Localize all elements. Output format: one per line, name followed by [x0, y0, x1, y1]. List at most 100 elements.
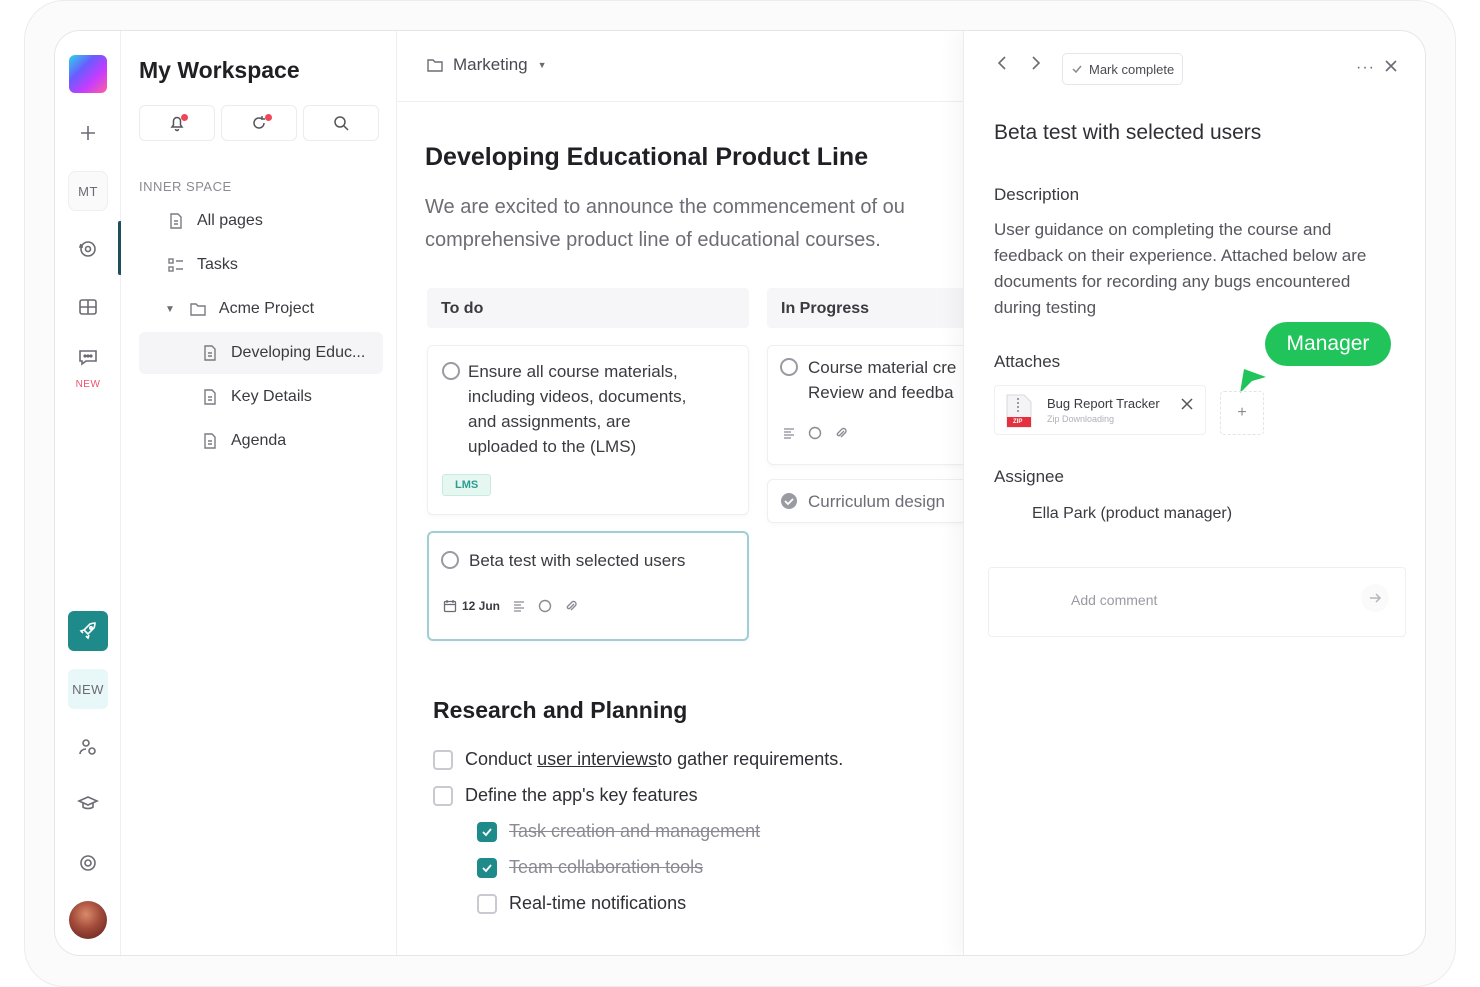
add-icon[interactable]	[68, 113, 108, 153]
section-label: INNER SPACE	[139, 179, 232, 194]
task-status-radio[interactable]	[442, 362, 460, 380]
task-status-radio[interactable]	[780, 358, 798, 376]
caret-down-icon: ▼	[537, 60, 547, 70]
task-card[interactable]: Course material cre Review and feedba	[767, 345, 963, 465]
status-circle-icon	[538, 599, 552, 613]
column-header-todo: To do	[427, 288, 749, 328]
checkbox[interactable]	[477, 893, 497, 914]
checklist-item[interactable]: Real-time notifications	[477, 893, 686, 914]
page-icon	[201, 388, 219, 406]
search-button[interactable]	[303, 105, 379, 141]
task-card-title: Curriculum design	[808, 492, 945, 511]
link-user-interviews[interactable]: user interviews	[537, 749, 657, 770]
mark-complete-button[interactable]: Mark complete	[1062, 53, 1184, 85]
sidebar-item-label: All pages	[197, 212, 263, 229]
checklist-item[interactable]: Task creation and management	[477, 821, 760, 842]
icon-rail: MT NEW NEW	[55, 31, 122, 955]
sidebar: My Workspace INNER SPACE All pages Tasks…	[121, 31, 397, 955]
task-card-meta	[782, 426, 848, 440]
sidebar-item-key-details[interactable]: Key Details	[139, 376, 383, 418]
back-arrow-icon[interactable]	[996, 55, 1010, 71]
graduation-cap-icon[interactable]	[68, 783, 108, 823]
main-content: Marketing ▼ Developing Educational Produ…	[397, 31, 963, 955]
description-icon	[784, 428, 794, 439]
sidebar-item-acme-project[interactable]: ▼ Acme Project	[139, 288, 383, 330]
sidebar-item-tasks[interactable]: Tasks	[139, 244, 383, 286]
settings-icon[interactable]	[68, 843, 108, 883]
checkbox[interactable]	[433, 749, 453, 770]
caret-down-icon[interactable]: ▼	[165, 304, 175, 315]
page-icon	[201, 344, 219, 362]
checklist-item-label: Task creation and management	[509, 821, 761, 841]
user-avatar[interactable]	[69, 901, 107, 939]
status-circle-icon	[808, 426, 822, 440]
task-tag: LMS	[442, 474, 492, 496]
task-card-selected[interactable]: Beta test with selected users 12 Jun	[427, 531, 749, 641]
notification-dot	[181, 114, 188, 121]
assignee-value[interactable]: Ella Park (product manager)	[1032, 505, 1232, 523]
user-initials-button[interactable]: MT	[68, 171, 108, 211]
sidebar-item-agenda[interactable]: Agenda	[139, 420, 383, 462]
checklist-item[interactable]: Conduct user interviews to gather requir…	[433, 749, 843, 770]
comment-input[interactable]: Add comment	[1071, 592, 1157, 608]
assignee-label: Assignee	[994, 467, 1064, 486]
task-card[interactable]: Ensure all course materials, including v…	[427, 345, 749, 515]
rocket-icon[interactable]	[68, 611, 108, 651]
page-icon	[201, 432, 219, 450]
task-title[interactable]: Beta test with selected users	[994, 121, 1261, 145]
updates-button[interactable]	[221, 105, 297, 141]
task-status-radio[interactable]	[441, 551, 459, 569]
sidebar-item-all-pages[interactable]: All pages	[139, 200, 383, 242]
checkbox-checked[interactable]	[477, 857, 497, 878]
users-icon[interactable]	[68, 727, 108, 767]
grid-icon[interactable]	[68, 287, 108, 327]
checklist-item[interactable]: Define the app's key features	[433, 785, 698, 806]
description-line: We are excited to announce the commencem…	[425, 196, 905, 218]
close-icon[interactable]	[1384, 59, 1398, 73]
manager-badge: Manager	[1265, 322, 1391, 366]
check-circle-icon[interactable]	[780, 492, 798, 510]
attaches-label: Attaches	[994, 352, 1061, 371]
description-line: comprehensive product line of educationa…	[425, 229, 881, 251]
task-card-title: Course material cre Review and feedba	[808, 358, 957, 402]
task-description[interactable]: User guidance on completing the course a…	[994, 217, 1394, 321]
more-options-icon[interactable]: ···	[1356, 59, 1375, 77]
update-dot	[265, 114, 272, 121]
workspace-title: My Workspace	[139, 57, 300, 83]
sidebar-item-label: Key Details	[231, 388, 312, 405]
file-status: Zip Downloading	[1047, 414, 1115, 424]
attachment-file[interactable]: ZIP Bug Report Tracker Zip Downloading	[994, 385, 1206, 435]
sync-icon[interactable]	[68, 229, 108, 269]
check-icon	[1072, 65, 1082, 74]
tasks-icon	[167, 256, 185, 274]
checklist-item-label: Team collaboration tools	[509, 857, 704, 877]
task-card[interactable]: Curriculum design	[767, 479, 963, 523]
app-logo[interactable]	[69, 55, 107, 93]
checkbox-checked[interactable]	[477, 821, 497, 842]
checkbox[interactable]	[433, 785, 453, 806]
header-divider	[397, 101, 963, 102]
description-icon	[514, 601, 525, 612]
forward-arrow-icon[interactable]	[1028, 55, 1042, 71]
send-arrow-icon[interactable]	[1361, 584, 1389, 612]
description-label: Description	[994, 185, 1080, 204]
remove-attachment-icon[interactable]	[1181, 398, 1193, 410]
comment-box[interactable]: Add comment	[988, 567, 1406, 637]
checklist-item-label: Define the app's key features	[465, 785, 698, 805]
new-feature-badge[interactable]: NEW	[68, 669, 108, 709]
breadcrumb[interactable]: Marketing ▼	[427, 55, 547, 75]
sidebar-item-developing-educ[interactable]: Developing Educ...	[139, 332, 383, 374]
attachment-icon	[836, 427, 847, 438]
task-detail-panel: Mark complete ··· Beta test with selecte…	[963, 31, 1425, 955]
notifications-button[interactable]	[139, 105, 215, 141]
calendar-icon	[443, 600, 457, 613]
file-name: Bug Report Tracker	[1047, 396, 1160, 411]
page-title: Developing Educational Product Line	[425, 143, 869, 171]
chat-icon[interactable]	[68, 337, 108, 377]
checklist-item[interactable]: Team collaboration tools	[477, 857, 703, 878]
folder-icon	[189, 300, 207, 318]
due-date: 12 Jun	[462, 599, 501, 613]
add-attachment-button[interactable]: +	[1220, 391, 1264, 435]
task-card-title: Ensure all course materials, including v…	[468, 362, 687, 456]
new-badge: NEW	[75, 379, 101, 390]
